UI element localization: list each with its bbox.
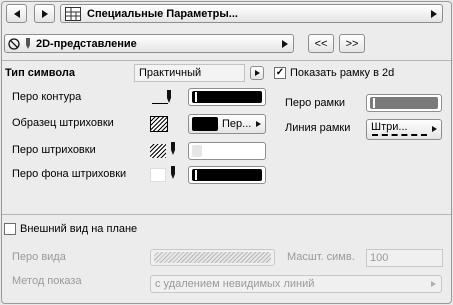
pen-color-swatch — [192, 169, 262, 181]
pen-color-swatch — [154, 252, 271, 263]
show-frame-checkbox[interactable]: ✓ — [274, 67, 286, 79]
contour-pen-label: Перо контура — [12, 91, 82, 103]
arrow-right-icon — [41, 9, 48, 18]
pen-icon — [152, 90, 171, 104]
hatch-pen-label: Перо штриховки — [12, 144, 96, 156]
frame-pen-label: Перо рамки — [285, 97, 346, 109]
separator — [2, 214, 451, 215]
symbol-type-value: Практичный — [139, 67, 202, 79]
symbol-type-menu-button[interactable] — [250, 66, 264, 80]
symbol-scale-field: 100 — [366, 249, 443, 267]
panel-title: Специальные Параметры... — [87, 7, 238, 20]
chevron-right-icon — [282, 40, 288, 48]
view-pen-label: Перо вида — [12, 251, 66, 263]
contour-pen-selector[interactable] — [188, 88, 266, 106]
no-symbol-icon — [8, 37, 20, 50]
symbol-type-label: Тип символа — [5, 67, 75, 79]
dashed-line-icon — [372, 134, 427, 136]
display-method-selector: с удалением невидимых линий — [150, 275, 442, 293]
forward-button[interactable] — [34, 4, 55, 23]
separator — [2, 60, 451, 61]
hatch-pen-selector[interactable] — [188, 142, 266, 160]
hatch-background-icon — [150, 168, 166, 182]
frame-line-value: Штри... — [371, 120, 408, 133]
hatch-pattern-selector[interactable]: Пер... — [188, 114, 266, 134]
display-method-label: Метод показа — [12, 275, 82, 287]
parameters-grid-icon — [65, 6, 81, 21]
chevron-right-icon — [254, 70, 260, 76]
arrow-left-icon — [13, 9, 20, 18]
pen-color-swatch — [192, 145, 202, 157]
next-section-button[interactable]: >> — [339, 34, 365, 53]
pen-icon — [26, 37, 30, 49]
symbol-scale-label: Масшт. симв. — [287, 251, 355, 263]
view-pen-selector — [150, 249, 275, 266]
hatch-pattern-icon — [150, 116, 168, 132]
hatch-pen-icon — [150, 144, 166, 158]
frame-pen-selector[interactable] — [366, 94, 442, 112]
chevron-right-icon — [256, 121, 261, 127]
back-button[interactable] — [6, 4, 27, 23]
chevron-right-icon — [432, 126, 437, 132]
symbol-type-field: Практичный — [134, 64, 245, 82]
hatch-pattern-value: Пер... — [222, 118, 252, 130]
previous-section-label: << — [314, 37, 328, 50]
show-frame-label[interactable]: Показать рамку в 2d — [290, 66, 394, 80]
display-method-value: с удалением невидимых линий — [155, 278, 315, 290]
plan-view-checkbox[interactable] — [4, 223, 16, 235]
chevron-right-icon — [431, 10, 437, 18]
pen-color-swatch — [370, 97, 438, 109]
frame-line-label: Линия рамки — [285, 122, 351, 134]
chevron-right-icon — [431, 281, 436, 287]
section-label: 2D-представление — [36, 37, 137, 50]
frame-line-selector[interactable]: Штри... — [366, 119, 442, 140]
pen-icon — [171, 142, 175, 155]
hatch-pattern-label: Образец штриховки — [12, 117, 114, 129]
panel-title-button[interactable]: Специальные Параметры... — [60, 4, 443, 23]
next-section-label: >> — [345, 37, 359, 50]
hatch-swatch — [192, 117, 218, 131]
plan-view-label[interactable]: Внешний вид на плане — [20, 222, 137, 236]
pen-color-swatch — [192, 91, 262, 103]
hatch-background-pen-selector[interactable] — [188, 166, 266, 184]
section-selector[interactable]: 2D-представление — [4, 34, 294, 53]
pen-icon — [171, 166, 175, 179]
previous-section-button[interactable]: << — [308, 34, 334, 53]
hatch-background-pen-label: Перо фона штриховки — [12, 168, 127, 180]
symbol-scale-value: 100 — [370, 252, 389, 264]
